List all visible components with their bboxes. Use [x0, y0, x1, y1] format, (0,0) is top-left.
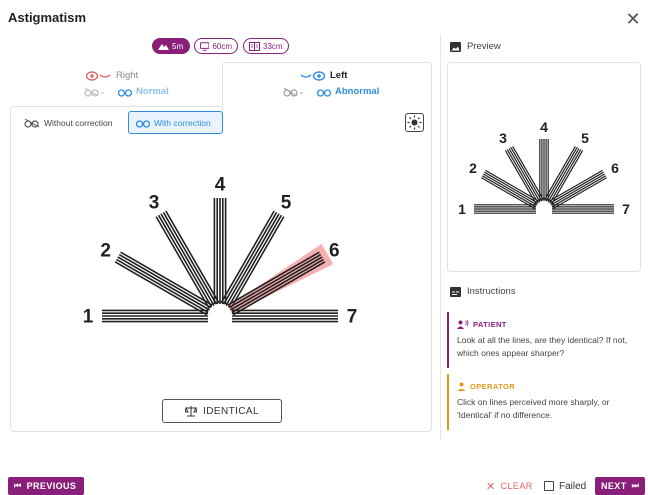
distance-label: 33cm [263, 41, 283, 51]
failed-label: Failed [559, 480, 587, 492]
distance-33cm-button[interactable]: 33cm [243, 38, 289, 54]
patient-heading: PATIENT [457, 318, 635, 331]
glasses-icon [317, 88, 331, 97]
balance-scale-icon [185, 406, 198, 417]
dial-stroke [512, 145, 545, 201]
operator-text: Click on lines perceived more sharply, o… [457, 397, 610, 420]
with-correction-label: With correction [154, 117, 211, 128]
mountain-icon [158, 44, 169, 50]
dial-number: 2 [100, 241, 111, 262]
dial-stroke [480, 177, 536, 210]
brightness-button[interactable] [405, 113, 424, 132]
dial-line-1[interactable]: 1 [458, 201, 536, 217]
dial-number: 4 [540, 119, 548, 135]
dial-number: 7 [622, 201, 630, 217]
monitor-icon [200, 41, 210, 51]
distance-60cm-button[interactable]: 60cm [194, 38, 238, 54]
right-eye-label: Right [116, 70, 139, 81]
preview-dial: 1 2 3 4 5 6 7 [458, 119, 630, 217]
tab-right-eye[interactable]: Right [86, 70, 138, 81]
right-eye-status-text: Normal [136, 86, 169, 97]
person-icon [457, 382, 466, 391]
dial-stroke [229, 256, 323, 311]
image-icon [450, 41, 461, 52]
dial-line-1[interactable]: 1 [83, 307, 208, 328]
without-correction-label: Without correction [44, 117, 113, 128]
eye-closed-open-icon [300, 70, 326, 81]
astigmatism-dial[interactable]: 1 2 3 4 5 6 7 [10, 136, 432, 396]
glasses-icon [84, 87, 104, 97]
instructions-header: Instructions [450, 286, 516, 297]
checkbox-icon [544, 481, 554, 491]
dial-line-7[interactable]: 7 [232, 307, 357, 328]
identical-button[interactable]: IDENTICAL [162, 399, 282, 423]
clear-icon: ✕ [486, 480, 496, 493]
left-eye-header: Left [300, 70, 347, 81]
distance-5m-button[interactable]: 5m [152, 38, 190, 54]
left-eye-label: Left [330, 70, 348, 81]
left-eye-status: Abnormal [283, 86, 379, 97]
skip-previous-icon: ⏮ [14, 481, 22, 490]
dial-number: 2 [469, 160, 477, 176]
dial-stroke [543, 145, 576, 201]
preview-panel: 1 2 3 4 5 6 7 [447, 62, 641, 272]
dial-number: 1 [83, 307, 94, 328]
dial-line-6[interactable]: 6 [548, 160, 619, 210]
dial-line-4[interactable]: 4 [213, 175, 227, 304]
patient-text: Look at all the lines, are they identica… [457, 335, 628, 358]
eye-open-closed-icon [86, 70, 111, 81]
operator-heading: OPERATOR [457, 380, 635, 393]
dial-line-7[interactable]: 7 [552, 201, 630, 217]
operator-instruction: OPERATOR Click on lines perceived more s… [447, 374, 641, 430]
dial-number: 6 [611, 160, 619, 176]
dial-stroke [160, 213, 215, 307]
patient-heading-label: PATIENT [473, 320, 507, 329]
previous-label: PREVIOUS [26, 481, 77, 491]
right-eye-status: Normal [84, 86, 169, 97]
subtitles-icon [450, 286, 461, 297]
operator-heading-label: OPERATOR [470, 382, 516, 391]
left-eye-status-text: Abnormal [335, 86, 380, 97]
dial-stroke [117, 256, 211, 311]
dial-number: 4 [215, 175, 226, 196]
patient-instruction: PATIENT Look at all the lines, are they … [447, 312, 641, 368]
glasses-icon [136, 119, 150, 128]
glasses-icon [118, 88, 132, 97]
preview-title: Preview [467, 41, 501, 52]
skip-next-icon: ⏭ [631, 481, 640, 490]
column-divider [440, 34, 441, 440]
person-speaking-icon [457, 320, 469, 329]
no-glasses-icon [24, 118, 40, 128]
dial-stroke [552, 177, 608, 210]
glasses-icon [283, 87, 303, 97]
book-icon [249, 41, 260, 51]
identical-label: IDENTICAL [203, 405, 259, 417]
distance-label: 60cm [212, 41, 232, 51]
without-correction-button[interactable]: Without correction [17, 111, 120, 134]
dial-number: 5 [581, 130, 589, 146]
clear-label: CLEAR [500, 481, 533, 491]
close-icon[interactable]: ✕ [624, 10, 642, 28]
clear-button[interactable]: ✕ CLEAR [480, 477, 539, 495]
dial-number: 3 [149, 192, 160, 213]
failed-checkbox[interactable]: Failed [538, 477, 592, 495]
dial-number: 3 [499, 130, 507, 146]
dial-number: 6 [329, 241, 340, 262]
dial-number: 1 [458, 201, 466, 217]
previous-button[interactable]: ⏮ PREVIOUS [8, 477, 84, 495]
preview-header: Preview [450, 41, 501, 52]
instructions-title: Instructions [467, 286, 516, 297]
dial-line-4[interactable]: 4 [539, 119, 549, 201]
distance-label: 5m [172, 41, 184, 51]
page-title: Astigmatism [8, 10, 87, 25]
dial-line-2[interactable]: 2 [469, 160, 540, 210]
with-correction-button[interactable]: With correction [128, 111, 223, 134]
next-button[interactable]: NEXT ⏭ [595, 477, 645, 495]
sun-icon [407, 115, 422, 130]
next-label: NEXT [601, 481, 627, 491]
dial-number: 5 [281, 192, 292, 213]
dial-number: 7 [347, 307, 358, 328]
